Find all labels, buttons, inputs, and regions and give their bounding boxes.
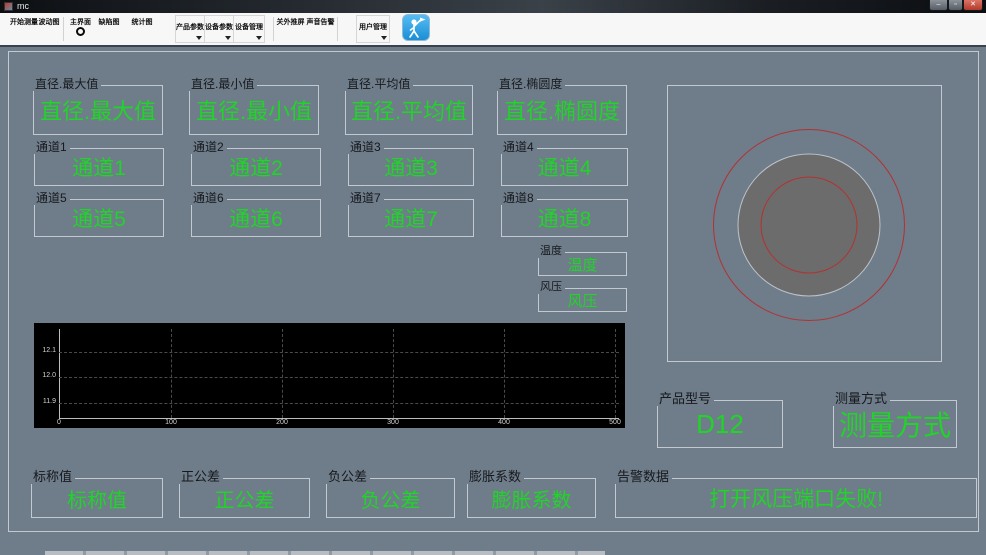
temperature-box: 温度 温度 <box>537 244 627 276</box>
gridline <box>393 329 394 418</box>
channel-box-8: 通道8 通道8 <box>500 191 628 237</box>
toolbar-button-label: 设备参数 <box>205 24 233 31</box>
channel-box-1: 通道1 通道1 <box>33 140 164 186</box>
x-tick-label: 0 <box>57 419 61 426</box>
product-model-box: 产品型号 D12 <box>656 392 783 448</box>
channel-box-2: 通道2 通道2 <box>190 140 321 186</box>
stat-box-diameter-min: 直径.最小值 直径.最小值 <box>188 77 319 135</box>
toolbar-button-label: 产品参数 <box>176 24 204 31</box>
minus-tolerance-box: 负公差 负公差 <box>325 470 455 518</box>
chevron-down-icon <box>196 36 202 40</box>
gridline <box>504 329 505 418</box>
x-tick-label: 400 <box>498 419 510 426</box>
toolbar-button-sound-alarm[interactable]: 声音告警 <box>305 13 336 31</box>
channel-box-6: 通道6 通道6 <box>190 191 321 237</box>
x-tick-label: 100 <box>165 419 177 426</box>
chevron-down-icon <box>225 36 231 40</box>
x-tick-label: 500 <box>609 419 621 426</box>
cross-section-display <box>667 85 942 362</box>
maximize-button[interactable]: ▫ <box>948 0 963 11</box>
stat-value: 直径.最小值 <box>195 99 313 124</box>
param-value: 正公差 <box>214 489 275 512</box>
window-icon[interactable] <box>4 2 13 11</box>
x-axis <box>59 418 619 419</box>
param-value: 膨胀系数 <box>491 489 572 512</box>
channel-value: 通道8 <box>537 208 592 231</box>
alarm-message: 打开风压端口失败! <box>709 488 883 511</box>
stat-box-diameter-ovality: 直径.椭圆度 直径.椭圆度 <box>496 77 627 135</box>
channel-value: 通道5 <box>72 208 126 231</box>
x-tick-label: 200 <box>276 419 288 426</box>
chevron-down-icon <box>256 36 262 40</box>
product-model-value: D12 <box>696 408 744 439</box>
channel-value: 通道1 <box>72 157 126 180</box>
stat-box-diameter-avg: 直径.平均值 直径.平均值 <box>344 77 473 135</box>
person-with-flag-icon[interactable] <box>402 14 430 41</box>
toolbar-button-label: 设备管理 <box>235 24 263 31</box>
channel-value: 通道2 <box>229 157 283 180</box>
gridline <box>59 377 619 378</box>
param-value: 标称值 <box>67 489 127 512</box>
toolbar-button-user-manage[interactable]: 用户管理 <box>356 15 390 43</box>
channel-value: 通道7 <box>384 208 438 231</box>
cross-section-graphic <box>713 129 905 321</box>
toolbar-button-wave-chart[interactable]: 波动图 <box>32 13 66 31</box>
application-window: mc – ▫ ✕ 开始测量 波动图 主界面 缺陷图 统计图 产品参数 设备参数 … <box>0 0 986 555</box>
channel-box-3: 通道3 通道3 <box>347 140 474 186</box>
param-value: 负公差 <box>360 489 421 512</box>
y-tick-label: 11.9 <box>42 398 56 405</box>
x-tick-label: 300 <box>387 419 399 426</box>
stat-value: 直径.最大值 <box>39 99 157 124</box>
window-title: mc <box>17 1 29 11</box>
toolbar-button-product-params[interactable]: 产品参数 <box>175 15 205 43</box>
stat-value: 直径.平均值 <box>350 99 468 124</box>
pressure-box: 风压 风压 <box>537 280 627 312</box>
plus-tolerance-box: 正公差 正公差 <box>178 470 310 518</box>
toolbar-button-label: 用户管理 <box>359 24 387 31</box>
trend-chart: 12.1 12.0 11.9 0 100 200 300 400 500 <box>34 323 625 428</box>
nominal-value-box: 标称值 标称值 <box>30 470 163 518</box>
channel-box-7: 通道7 通道7 <box>347 191 474 237</box>
toolbar-separator <box>337 17 338 41</box>
bottom-partial-row <box>45 551 605 555</box>
toolbar-button-device-manage[interactable]: 设备管理 <box>233 15 265 43</box>
toolbar-bottom-rule <box>0 45 986 47</box>
channel-value: 通道4 <box>537 157 592 180</box>
main-screen-indicator-icon <box>76 27 85 36</box>
channel-box-4: 通道4 通道4 <box>500 140 628 186</box>
toolbar-button-device-params[interactable]: 设备参数 <box>204 15 234 43</box>
toolbar-separator <box>273 17 274 41</box>
y-axis <box>59 329 60 419</box>
measure-mode-box: 测量方式 测量方式 <box>832 392 957 448</box>
toolbar-button-stats-chart[interactable]: 统计图 <box>127 13 157 31</box>
alarm-data-box: 告警数据 打开风压端口失败! <box>614 470 977 518</box>
minimize-button[interactable]: – <box>929 0 948 11</box>
pressure-value: 风压 <box>567 292 598 310</box>
toolbar: 开始测量 波动图 主界面 缺陷图 统计图 产品参数 设备参数 设备管理 关外推屏… <box>0 13 986 45</box>
gridline <box>171 329 172 418</box>
gridline <box>59 352 619 353</box>
channel-box-5: 通道5 通道5 <box>33 191 164 237</box>
close-button[interactable]: ✕ <box>963 0 983 11</box>
y-tick-label: 12.0 <box>42 372 56 379</box>
toolbar-button-defect-chart[interactable]: 缺陷图 <box>94 13 124 31</box>
gridline <box>615 329 616 418</box>
stat-box-diameter-max: 直径.最大值 直径.最大值 <box>32 77 163 135</box>
chevron-down-icon <box>381 36 387 40</box>
title-bar: mc – ▫ ✕ <box>0 0 986 13</box>
measure-mode-value: 测量方式 <box>838 410 951 441</box>
gridline <box>282 329 283 418</box>
toolbar-button-ext-screen[interactable]: 关外推屏 <box>275 13 306 31</box>
temperature-value: 温度 <box>567 256 598 274</box>
channel-value: 通道6 <box>229 208 283 231</box>
gridline <box>59 403 619 404</box>
stat-value: 直径.椭圆度 <box>503 99 621 124</box>
channel-value: 通道3 <box>384 157 438 180</box>
expansion-coefficient-box: 膨胀系数 膨胀系数 <box>466 470 596 518</box>
y-tick-label: 12.1 <box>42 347 56 354</box>
